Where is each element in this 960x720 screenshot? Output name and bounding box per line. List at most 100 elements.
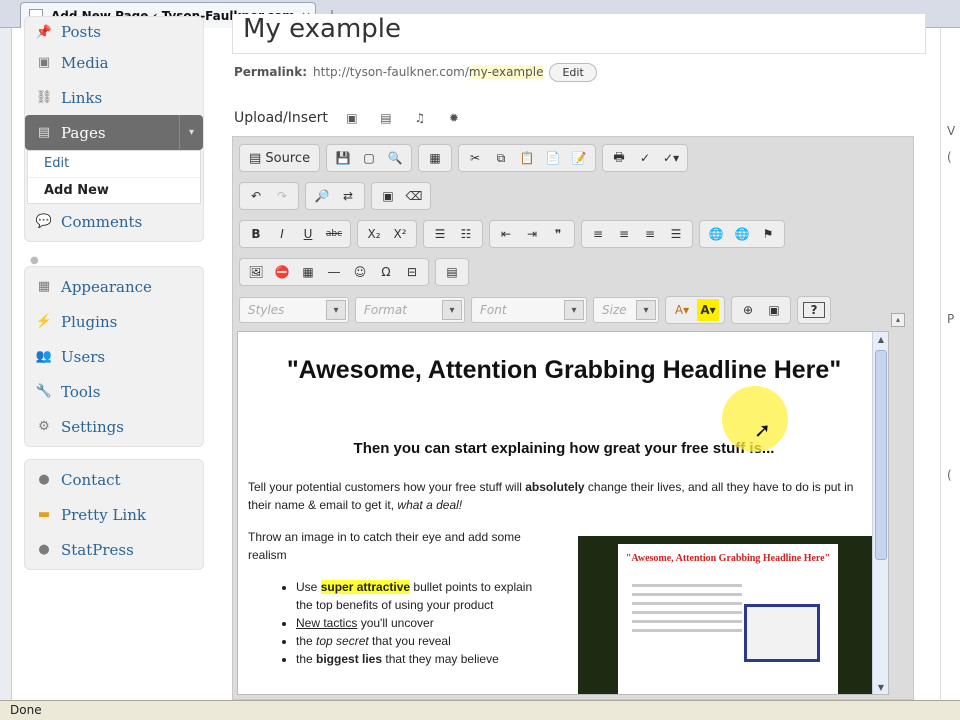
page-title-field[interactable]: My example — [232, 14, 926, 54]
editor-scrollbar[interactable]: ▲ ▼ — [872, 332, 888, 694]
pagebreak-icon[interactable]: ⊟ — [401, 261, 423, 283]
new-page-icon[interactable]: ▢ — [358, 147, 380, 169]
select-all-icon[interactable]: ▣ — [377, 185, 399, 207]
size-dropdown[interactable]: Size ▾ — [593, 297, 659, 323]
format-dropdown[interactable]: Format ▾ — [355, 297, 465, 323]
image-icon[interactable]: 🖼 — [245, 261, 267, 283]
sidebar-item-plugins[interactable]: ⚡ Plugins — [25, 304, 203, 339]
redo-icon[interactable]: ↷ — [271, 185, 293, 207]
sidebar-item-label: Links — [61, 88, 103, 107]
menu-separator[interactable]: ● — [24, 254, 204, 266]
align-left-icon[interactable]: ≡ — [587, 223, 609, 245]
anchor-icon[interactable]: ⚑ — [757, 223, 779, 245]
special-char-button[interactable]: Ω — [375, 261, 397, 283]
strike-button[interactable]: abc — [323, 223, 345, 245]
numbered-list-icon[interactable]: ☰ — [429, 223, 451, 245]
spellcheck-dropdown-icon[interactable]: ✓▾ — [660, 147, 682, 169]
blockquote-icon[interactable]: ❞ — [547, 223, 569, 245]
undo-icon[interactable]: ↶ — [245, 185, 267, 207]
add-video-icon[interactable]: ▤ — [376, 110, 396, 126]
submenu-item-edit[interactable]: Edit — [28, 151, 200, 177]
add-image-icon[interactable]: ▣ — [342, 110, 362, 126]
add-audio-icon[interactable]: ♫ — [410, 110, 430, 126]
align-right-icon[interactable]: ≡ — [639, 223, 661, 245]
font-dropdown[interactable]: Font ▾ — [471, 297, 587, 323]
scroll-thumb[interactable] — [875, 350, 887, 560]
text-run: Use — [296, 580, 321, 594]
sidebar-item-comments[interactable]: 💬 Comments — [25, 204, 203, 239]
find-icon[interactable]: 🔎 — [311, 185, 333, 207]
sidebar-item-posts[interactable]: 📌 Posts — [25, 19, 203, 45]
subscript-button[interactable]: X₂ — [363, 223, 385, 245]
maximize-icon[interactable]: ⊕ — [737, 299, 759, 321]
replace-icon[interactable]: ⇄ — [337, 185, 359, 207]
editor-content-area[interactable]: "Awesome, Attention Grabbing Headline He… — [237, 331, 889, 695]
paste-text-icon[interactable]: 📄 — [542, 147, 564, 169]
source-button[interactable]: ▤ Source — [245, 147, 314, 169]
text-run: that they may believe — [382, 652, 499, 666]
styles-dropdown[interactable]: Styles ▾ — [239, 297, 349, 323]
permalink-edit-button[interactable]: Edit — [549, 62, 597, 82]
copy-icon[interactable]: ⧉ — [490, 147, 512, 169]
collapse-toolbar-icon[interactable]: ▴ — [891, 313, 905, 327]
permalink-slug[interactable]: my-example — [468, 65, 544, 79]
indent-icon[interactable]: ⇥ — [521, 223, 543, 245]
outdent-icon[interactable]: ⇤ — [495, 223, 517, 245]
table-icon[interactable]: ▦ — [297, 261, 319, 283]
browser-status-bar: Done — [0, 700, 960, 720]
save-icon[interactable]: 💾 — [332, 147, 354, 169]
sidebar-item-links[interactable]: ⛓ Links — [25, 80, 203, 115]
underline-button[interactable]: U — [297, 223, 319, 245]
paste-word-icon[interactable]: 📝 — [568, 147, 590, 169]
align-center-icon[interactable]: ≡ — [613, 223, 635, 245]
list-item: Use super attractive bullet points to ex… — [296, 578, 544, 614]
sidebar-item-label: Tools — [61, 382, 101, 401]
sidebar-item-label: Plugins — [61, 312, 118, 331]
preview-icon[interactable]: 🔍 — [384, 147, 406, 169]
templates-icon[interactable]: ▦ — [424, 147, 446, 169]
permalink-label: Permalink: — [234, 65, 308, 79]
rich-text-editor: ▤ Source 💾 ▢ 🔍 ▦ ✂ ⧉ 📋 📄 📝 🖶 ✓ ✓▾ ↶ ↷ 🔎 … — [232, 136, 914, 700]
spellcheck-icon[interactable]: ✓ — [634, 147, 656, 169]
bulleted-list-icon[interactable]: ☷ — [455, 223, 477, 245]
superscript-button[interactable]: X² — [389, 223, 411, 245]
image-line — [632, 620, 742, 623]
bold-button[interactable]: B — [245, 223, 267, 245]
cut-icon[interactable]: ✂ — [464, 147, 486, 169]
scroll-down-icon[interactable]: ▼ — [875, 682, 887, 694]
pin-icon: 📌 — [35, 24, 53, 40]
scroll-up-icon[interactable]: ▲ — [875, 334, 887, 346]
sidebar-item-contact[interactable]: ● Contact — [25, 462, 203, 497]
remove-format-icon[interactable]: ⌫ — [403, 185, 425, 207]
sidebar-item-pages[interactable]: ▤ Pages ▾ — [25, 115, 203, 150]
link-icon[interactable]: 🌐 — [705, 223, 727, 245]
text-run-underline: New tactics — [296, 616, 358, 630]
content-image[interactable]: "Awesome, Attention Grabbing Headline He… — [578, 536, 878, 694]
paste-icon[interactable]: 📋 — [516, 147, 538, 169]
sidebar-item-media[interactable]: ▣ Media — [25, 45, 203, 80]
text-color-icon[interactable]: A▾ — [671, 299, 693, 321]
sidebar-item-tools[interactable]: 🔧 Tools — [25, 374, 203, 409]
sidebar-item-appearance[interactable]: ▦ Appearance — [25, 269, 203, 304]
sidebar-item-label: Appearance — [61, 277, 152, 296]
show-blocks-icon-2[interactable]: ▣ — [763, 299, 785, 321]
sidebar-item-users[interactable]: 👥 Users — [25, 339, 203, 374]
print-icon[interactable]: 🖶 — [608, 147, 630, 169]
flash-icon[interactable]: ⛔ — [271, 261, 293, 283]
add-media-icon[interactable]: ✹ — [444, 110, 464, 126]
sidebar-item-settings[interactable]: ⚙ Settings — [25, 409, 203, 444]
mouse-cursor-icon: ➚ — [754, 418, 771, 442]
submenu-toggle-icon[interactable]: ▾ — [179, 115, 203, 150]
align-justify-icon[interactable]: ☰ — [665, 223, 687, 245]
smiley-icon[interactable]: ☺ — [349, 261, 371, 283]
sidebar-item-pretty-link[interactable]: ▬ Pretty Link — [25, 497, 203, 532]
unlink-icon[interactable]: 🌐 — [731, 223, 753, 245]
italic-button[interactable]: I — [271, 223, 293, 245]
submenu-item-add-new[interactable]: Add New — [28, 177, 200, 203]
show-blocks-icon[interactable]: ▤ — [441, 261, 463, 283]
sidebar-item-statpress[interactable]: ● StatPress — [25, 532, 203, 567]
pages-icon: ▤ — [37, 125, 51, 140]
bg-color-icon[interactable]: A▾ — [697, 299, 719, 321]
help-button[interactable]: ? — [803, 302, 825, 318]
horizontal-rule-icon[interactable]: ― — [323, 261, 345, 283]
